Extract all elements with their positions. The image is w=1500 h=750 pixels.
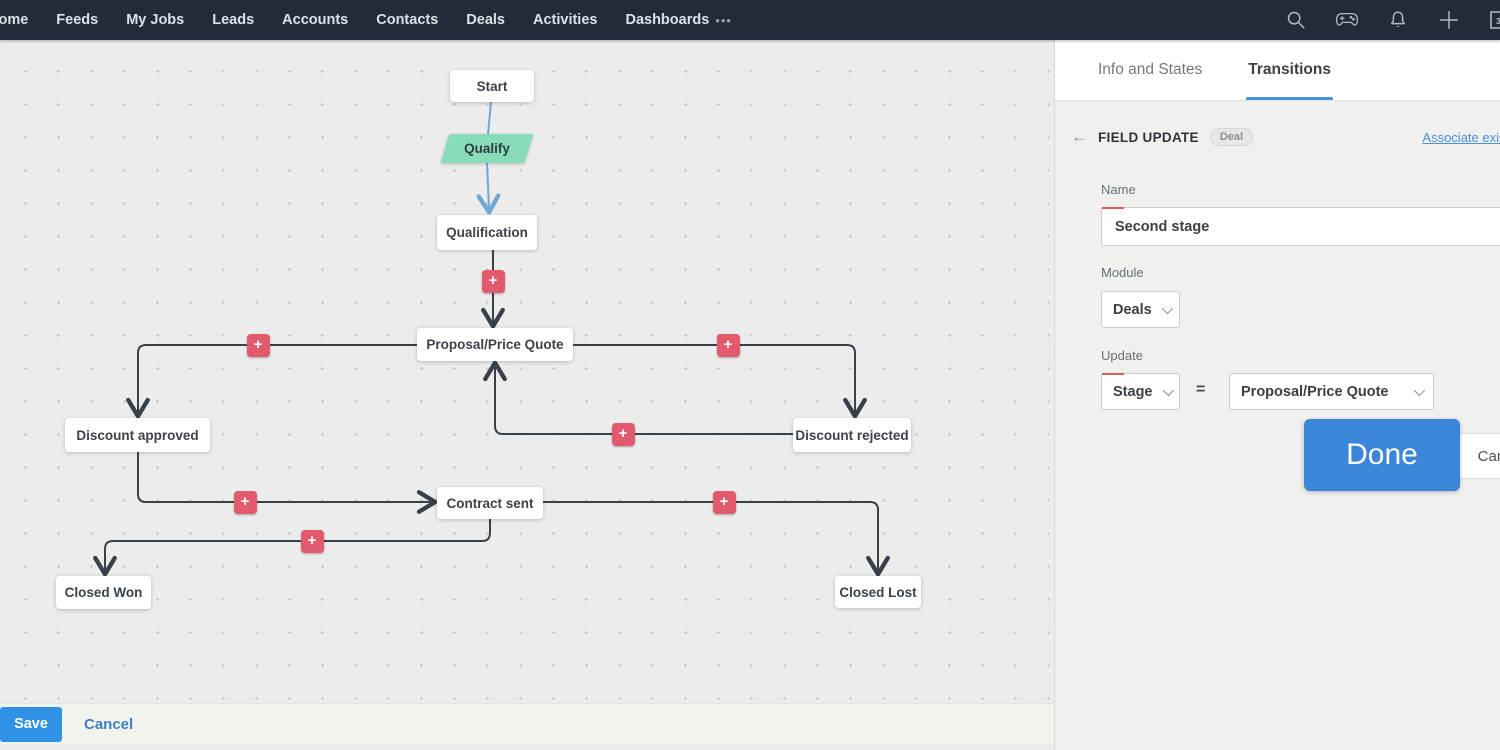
state-node-label: Closed Won <box>65 585 143 600</box>
state-node-label: Contract sent <box>446 496 533 511</box>
state-node-label: Qualification <box>446 225 528 240</box>
chevron-down-icon <box>1162 384 1173 395</box>
transition-edge <box>105 519 490 571</box>
nav-item-contacts[interactable]: Contacts <box>376 12 438 28</box>
state-node-qualification[interactable]: Qualification <box>437 215 537 250</box>
nav-item-deals[interactable]: Deals <box>466 12 505 28</box>
add-transition-button[interactable]: + <box>482 270 505 293</box>
state-node-label: Discount approved <box>76 428 198 443</box>
add-transition-button[interactable]: + <box>713 491 736 514</box>
transition-edge <box>488 102 491 134</box>
nav-item-activities[interactable]: Activities <box>533 12 597 28</box>
transition-edge <box>543 502 878 571</box>
svg-text:31: 31 <box>1496 16 1500 26</box>
transition-edge <box>495 366 793 434</box>
state-node-closed-won[interactable]: Closed Won <box>56 576 151 609</box>
plus-icon[interactable] <box>1437 8 1461 32</box>
name-input[interactable] <box>1101 207 1500 246</box>
update-field-select[interactable]: Stage <box>1101 373 1180 410</box>
add-transition-button[interactable]: + <box>301 530 324 553</box>
nav-item-accounts[interactable]: Accounts <box>282 12 348 28</box>
nav-icon-group: 31 <box>1284 0 1500 40</box>
chevron-down-icon <box>1414 384 1425 395</box>
nav-item-home[interactable]: Home <box>0 12 28 28</box>
cancel-link[interactable]: Cancel <box>84 716 133 733</box>
nav-item-my-jobs[interactable]: My Jobs <box>126 12 184 28</box>
save-button[interactable]: Save <box>0 707 62 742</box>
tab-transitions[interactable]: Transitions <box>1248 40 1331 100</box>
panel-tabs: Info and States Transitions <box>1055 40 1500 101</box>
field-update-title: FIELD UPDATE <box>1098 130 1199 145</box>
chevron-down-icon <box>1161 302 1172 313</box>
state-node-start[interactable]: Start <box>450 70 534 102</box>
required-marker <box>1102 207 1124 209</box>
module-select-value: Deals <box>1113 302 1152 318</box>
tab-info-and-states[interactable]: Info and States <box>1098 40 1202 100</box>
state-node-label: Proposal/Price Quote <box>426 337 563 352</box>
add-transition-button[interactable]: + <box>234 491 257 514</box>
nav-item-dashboards[interactable]: Dashboards <box>625 12 709 28</box>
state-node-discount-approved[interactable]: Discount approved <box>65 418 210 452</box>
add-transition-button[interactable]: + <box>717 334 740 357</box>
state-node-label: Closed Lost <box>839 585 916 600</box>
name-label: Name <box>1101 182 1136 197</box>
state-node-proposal[interactable]: Proposal/Price Quote <box>417 328 573 361</box>
top-nav-bar: Home Feeds My Jobs Leads Accounts Contacts Dea… <box>0 0 1500 40</box>
back-arrow-icon[interactable]: ← <box>1071 127 1098 147</box>
equals-sign: = <box>1196 381 1205 399</box>
required-marker <box>1102 373 1124 375</box>
calendar-31-icon[interactable]: 31 <box>1488 8 1500 32</box>
transition-edge <box>138 345 417 413</box>
gamepad-icon[interactable] <box>1335 8 1359 32</box>
transition-edge <box>138 452 432 502</box>
state-node-label: Qualify <box>464 141 510 156</box>
transition-edge <box>573 345 855 413</box>
state-node-label: Discount rejected <box>795 428 908 443</box>
transition-detail-panel: Info and States Transitions ← FIELD UPDA… <box>1054 40 1500 750</box>
nav-item-feeds[interactable]: Feeds <box>56 12 98 28</box>
nav-more-icon[interactable]: ••• <box>715 13 732 28</box>
field-update-form: ← FIELD UPDATE Deal Associate existi Nam… <box>1055 101 1500 750</box>
state-node-label: Start <box>477 79 508 94</box>
done-button[interactable]: Done <box>1304 419 1460 491</box>
bell-icon[interactable] <box>1386 8 1410 32</box>
nav-item-leads[interactable]: Leads <box>212 12 254 28</box>
search-icon[interactable] <box>1284 8 1308 32</box>
module-label: Module <box>1101 265 1144 280</box>
transition-edge <box>487 163 489 209</box>
canvas-footer-bar: Save Cancel <box>0 703 1054 744</box>
update-field-value: Stage <box>1113 384 1153 400</box>
add-transition-button[interactable]: + <box>247 334 270 357</box>
update-value-text: Proposal/Price Quote <box>1241 384 1388 400</box>
state-node-qualify[interactable]: Qualify <box>445 134 529 163</box>
state-node-closed-lost[interactable]: Closed Lost <box>835 576 921 608</box>
blueprint-canvas[interactable]: Start Qualify Qualification Proposal/Price … <box>0 40 1054 750</box>
add-transition-button[interactable]: + <box>612 423 635 446</box>
module-select[interactable]: Deals <box>1101 291 1180 328</box>
nav-items: Home Feeds My Jobs Leads Accounts Contacts Dea… <box>0 12 709 28</box>
state-node-contract-sent[interactable]: Contract sent <box>437 487 543 519</box>
associate-existing-link[interactable]: Associate existi <box>1422 130 1500 145</box>
state-node-discount-rejected[interactable]: Discount rejected <box>793 418 911 452</box>
update-value-select[interactable]: Proposal/Price Quote <box>1229 373 1434 410</box>
update-label: Update <box>1101 348 1143 363</box>
module-badge: Deal <box>1210 128 1253 146</box>
